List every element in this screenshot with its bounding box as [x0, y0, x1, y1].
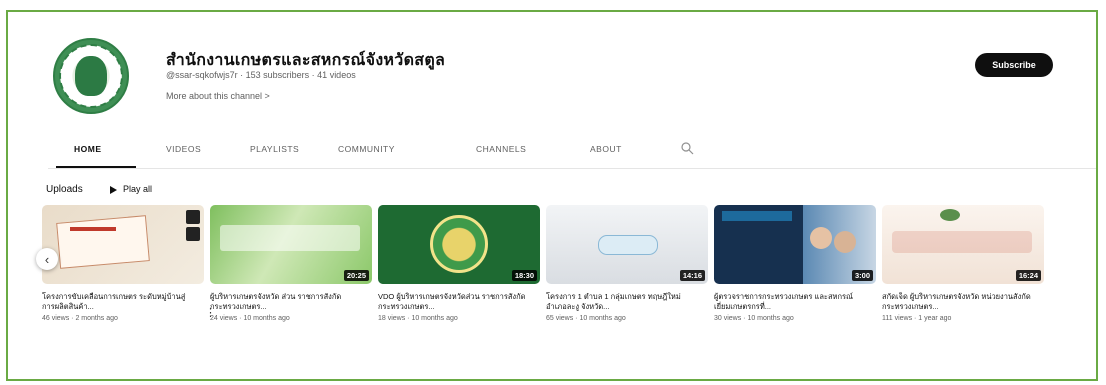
uploads-heading[interactable]: Uploads: [46, 184, 83, 195]
video-meta: 46 views · 2 months ago: [42, 315, 118, 322]
shelf-previous-button[interactable]: ‹: [36, 248, 58, 270]
thumbnail-emblem: [430, 215, 488, 273]
tab-community[interactable]: COMMUNITY: [338, 144, 395, 154]
video-meta: 30 views · 10 months ago: [714, 315, 794, 322]
video-title[interactable]: ผู้บริหารเกษตรจังหวัด ส่วน ราชการสังกัดก…: [210, 292, 360, 312]
video-duration: 16:24: [1015, 270, 1041, 281]
video-meta: 18 views · 10 months ago: [378, 315, 458, 322]
tab-playlists[interactable]: PLAYLISTS: [250, 144, 299, 154]
active-tab-indicator: [56, 166, 136, 168]
channel-tabs: HOME VIDEOS PLAYLISTS COMMUNITY CHANNELS…: [48, 132, 1096, 169]
play-icon: [110, 185, 117, 194]
video-card[interactable]: โครงการขับเคลื่อนการเกษตร ระดับหมู่บ้านส…: [42, 205, 204, 322]
video-title[interactable]: VDO ผู้บริหารเกษตรจังหวัดส่วน ราชการสังก…: [378, 292, 528, 312]
video-title[interactable]: โครงการ 1 ตำบล 1 กลุ่มเกษตร ทฤษฎีใหม่ อำ…: [546, 292, 696, 312]
add-to-queue-icon[interactable]: [186, 227, 200, 241]
video-meta: 111 views · 1 year ago: [882, 315, 952, 322]
thumbnail-red-text-block: [892, 231, 1032, 253]
video-title[interactable]: สกัดเจ็ด ผู้บริหารเกษตรจังหวัด หน่วยงานส…: [882, 292, 1032, 312]
thumbnail-person: [834, 231, 856, 253]
play-all-label: Play all: [123, 184, 153, 194]
video-thumbnail[interactable]: 16:24: [882, 205, 1044, 284]
video-card[interactable]: 14:16 โครงการ 1 ตำบล 1 กลุ่มเกษตร ทฤษฎีใ…: [546, 205, 708, 322]
more-about-link[interactable]: More about this channel >: [166, 91, 270, 101]
video-thumbnail[interactable]: 14:16: [546, 205, 708, 284]
video-thumbnail[interactable]: 18:30: [378, 205, 540, 284]
video-card[interactable]: 20:25 ผู้บริหารเกษตรจังหวัด ส่วน ราชการส…: [210, 205, 372, 322]
video-meta: 24 views · 10 months ago: [210, 315, 290, 322]
tab-about[interactable]: ABOUT: [590, 144, 622, 154]
tab-home[interactable]: HOME: [74, 144, 102, 154]
thumbnail-text-banner: [220, 225, 360, 251]
thumbnail-logo: [940, 209, 960, 221]
video-title[interactable]: ผู้ตรวจราชการกระทรวงเกษตร และสหกรณ์ เยี่…: [714, 292, 864, 312]
video-duration: 14:16: [679, 270, 705, 281]
thumbnail-logo: [598, 235, 658, 255]
avatar-emblem: [75, 56, 107, 96]
thumbnail-red-bar: [70, 227, 116, 231]
thumbnail-header-bar: [722, 211, 792, 221]
more-actions-icon[interactable]: ⋮: [205, 306, 216, 319]
video-title[interactable]: โครงการขับเคลื่อนการเกษตร ระดับหมู่บ้านส…: [42, 292, 192, 312]
video-thumbnail[interactable]: 20:25: [210, 205, 372, 284]
tab-channels[interactable]: CHANNELS: [476, 144, 526, 154]
channel-avatar[interactable]: [53, 38, 129, 114]
video-card[interactable]: 16:24 สกัดเจ็ด ผู้บริหารเกษตรจังหวัด หน่…: [882, 205, 1044, 322]
video-duration: 18:30: [511, 270, 537, 281]
video-card[interactable]: 18:30 VDO ผู้บริหารเกษตรจังหวัดส่วน ราชก…: [378, 205, 540, 322]
tab-videos[interactable]: VIDEOS: [166, 144, 201, 154]
video-duration: 3:00: [851, 270, 873, 281]
video-thumbnail[interactable]: [42, 205, 204, 284]
video-duration: 20:25: [343, 270, 369, 281]
video-meta: 65 views · 10 months ago: [546, 315, 626, 322]
video-thumbnail[interactable]: 3:00: [714, 205, 876, 284]
chevron-left-icon: ‹: [44, 251, 50, 267]
video-card[interactable]: 3:00 ผู้ตรวจราชการกระทรวงเกษตร และสหกรณ์…: [714, 205, 876, 322]
thumbnail-document-graphic: [56, 215, 150, 269]
watch-later-icon[interactable]: [186, 210, 200, 224]
channel-page: สำนักงานเกษตรและสหกรณ์จังหวัดสตูล @ssar-…: [6, 10, 1098, 381]
play-all-button[interactable]: Play all: [110, 184, 152, 194]
thumbnail-person: [810, 227, 832, 249]
search-icon[interactable]: [680, 141, 694, 155]
subscribe-button[interactable]: Subscribe: [975, 53, 1053, 77]
channel-meta: @ssar-sqkofwjs7r · 153 subscribers · 41 …: [166, 70, 356, 80]
